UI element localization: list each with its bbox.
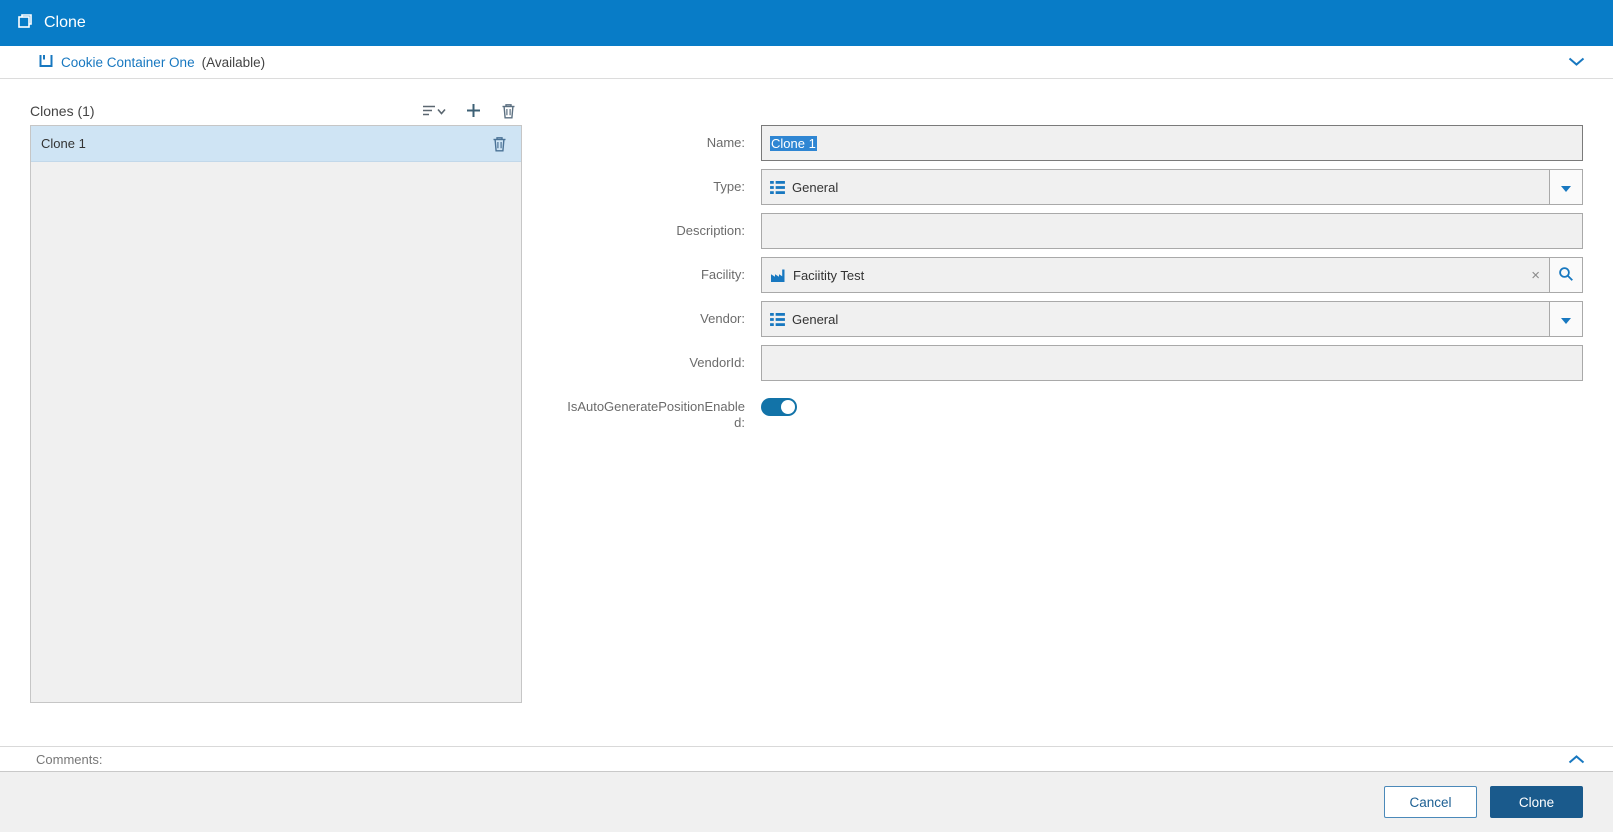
vendorid-label: VendorId: [689,355,745,370]
collapse-chevron-down-icon[interactable] [1566,55,1587,69]
auto-generate-toggle[interactable] [761,398,797,416]
list-icon [770,312,785,326]
vendor-value: General [792,311,839,327]
facility-value: Faciitity Test [793,267,865,283]
page-title: Clone [44,14,86,31]
vendorid-row: VendorId: [565,345,1583,381]
footer-bar: Cancel Clone [0,772,1613,832]
clone-dialog: Clone Cookie Container One (Available) C… [0,0,1613,832]
vendor-dropdown-button[interactable] [1549,301,1583,337]
delete-clone-button[interactable] [499,101,518,121]
list-icon [770,180,785,194]
context-object-status: (Available) [201,54,266,70]
vendorid-input[interactable] [762,346,1582,380]
toggle-knob [781,400,795,414]
vendor-row: Vendor: General [565,301,1583,337]
row-delete-icon[interactable] [490,134,509,154]
clones-panel-header: Clones (1) [30,96,522,125]
clear-icon[interactable]: × [1531,268,1540,283]
chevron-down-icon [1561,180,1571,195]
expand-chevron-up-icon[interactable] [1566,752,1587,766]
type-dropdown[interactable]: General [761,169,1550,205]
clone-list-item[interactable]: Clone 1 [31,126,521,162]
description-row: Description: [565,213,1583,249]
clones-toolbar [420,101,522,121]
facility-lookup-input[interactable]: Faciitity Test × [761,257,1550,293]
sort-button[interactable] [420,102,448,120]
search-icon [1558,266,1574,285]
auto-generate-row: IsAutoGeneratePositionEnabled: [565,389,1583,431]
facility-label: Facility: [700,267,745,282]
name-selected-text: Clone 1 [770,135,817,151]
clones-panel-title: Clones (1) [30,102,95,119]
container-icon [38,52,54,73]
type-value: General [792,179,839,195]
comments-label: Comments: [36,751,103,767]
name-label: Name: [706,135,745,150]
name-row: Name: Clone 1 [565,125,1583,161]
clones-panel: Clones (1) Clone 1 [30,96,522,703]
facility-row: Facility: Faciitity Test × [565,257,1583,293]
clone-icon [16,12,34,35]
vendor-label: Vendor: [700,311,745,326]
description-input[interactable] [762,214,1582,248]
vendor-dropdown[interactable]: General [761,301,1550,337]
clone-button[interactable]: Clone [1490,786,1583,818]
clones-list: Clone 1 [30,125,522,703]
cancel-button[interactable]: Cancel [1384,786,1477,818]
description-label: Description: [676,223,745,238]
context-object-link[interactable]: Cookie Container One [61,55,195,70]
auto-generate-label: IsAutoGeneratePositionEnabled: [567,399,745,430]
comments-bar: Comments: [0,746,1613,772]
type-label: Type: [713,179,745,194]
context-bar: Cookie Container One (Available) [0,46,1613,79]
facility-search-button[interactable] [1549,257,1583,293]
factory-icon [770,268,786,283]
type-row: Type: General [565,169,1583,205]
chevron-down-icon [1561,312,1571,327]
clone-form: Name: Clone 1 Type: General Description:… [565,125,1583,439]
type-dropdown-button[interactable] [1549,169,1583,205]
add-clone-button[interactable] [464,101,483,120]
name-input[interactable]: Clone 1 [761,125,1583,161]
clone-item-label: Clone 1 [41,136,86,151]
titlebar: Clone [0,0,1613,46]
